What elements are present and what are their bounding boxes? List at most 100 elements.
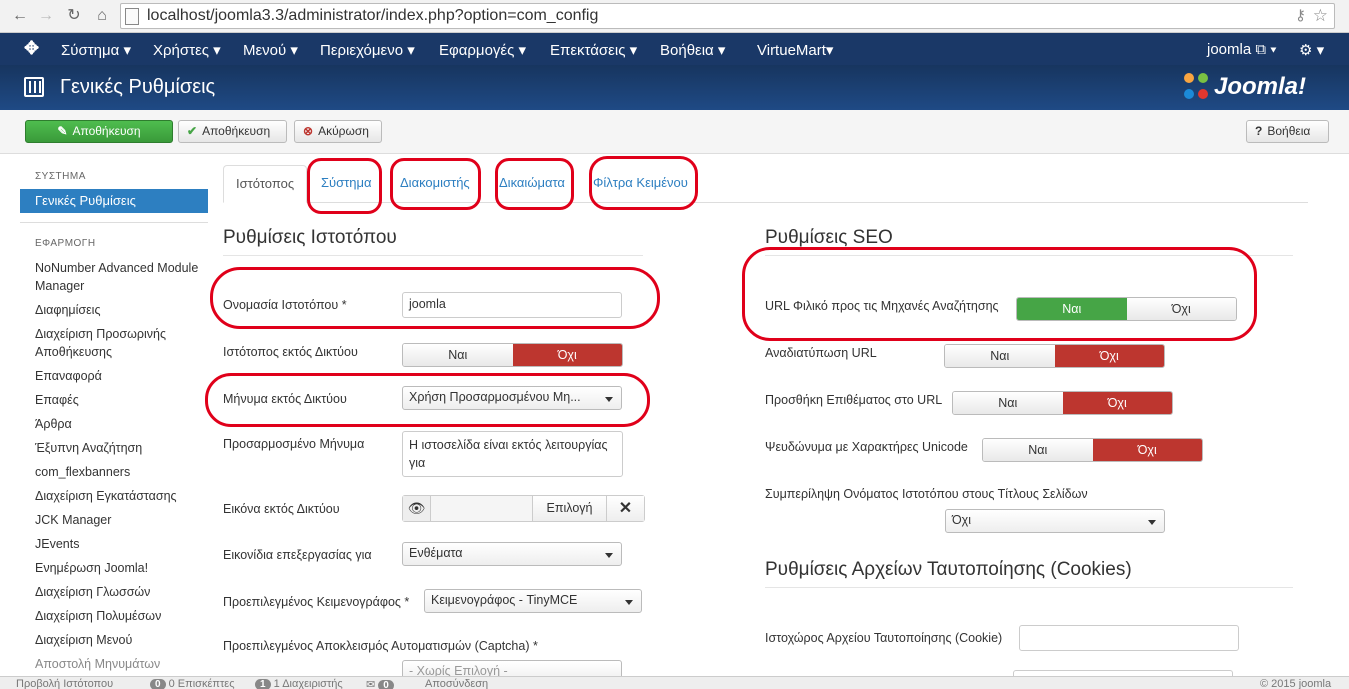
settings-gear-icon[interactable]: ⚙ ▾ xyxy=(1299,41,1324,59)
sidebar-item[interactable]: Διαχείριση Εγκατάστασης xyxy=(35,487,210,505)
sidebar-item[interactable]: Διαχείριση Γλωσσών xyxy=(35,583,210,601)
cancel-label: Ακύρωση xyxy=(318,124,369,138)
toolbar-icons-select[interactable]: Ενθέματα xyxy=(402,542,622,566)
sidebar-item-general-settings[interactable]: Γενικές Ρυθμίσεις xyxy=(20,189,208,213)
eye-icon[interactable]: 👁 xyxy=(403,496,431,521)
sidebar-item[interactable]: Διαχείριση Μενού xyxy=(35,631,210,649)
forward-icon[interactable]: → xyxy=(36,6,56,26)
browser-toolbar: ← → ↻ ⌂ localhost/joomla3.3/administrato… xyxy=(0,0,1349,33)
sidebar-item[interactable]: Ενημέρωση Joomla! xyxy=(35,559,210,577)
offline-yes[interactable]: Ναι xyxy=(403,344,513,366)
clear-icon[interactable]: ✕ xyxy=(606,496,644,521)
sidebar-heading-system: ΣΥΣΤΗΜΑ xyxy=(35,171,86,182)
cancel-button[interactable]: ⊗ Ακύρωση xyxy=(294,120,382,143)
url-suffix-yes[interactable]: Ναι xyxy=(953,392,1063,414)
cancel-icon: ⊗ xyxy=(303,124,314,138)
user-menu[interactable]: joomla ⧉ ▾ xyxy=(1207,41,1277,58)
seo-settings-heading: Ρυθμίσεις SEO xyxy=(765,227,893,248)
help-button[interactable]: ? Βοήθεια xyxy=(1246,120,1329,143)
page-title: Γενικές Ρυθμίσεις xyxy=(60,76,216,98)
address-bar[interactable]: localhost/joomla3.3/administrator/index.… xyxy=(120,3,1335,29)
sidebar-item[interactable]: Διαχείριση Προσωρινής Αποθήκευσης xyxy=(35,325,185,361)
menu-virtuemart[interactable]: VirtueMart▾ xyxy=(757,41,833,59)
url-text: localhost/joomla3.3/administrator/index.… xyxy=(147,7,599,24)
unicode-aliases-toggle[interactable]: Ναι Όχι xyxy=(982,438,1203,462)
visitors-status: 0 0 Επισκέπτες xyxy=(150,678,235,689)
menu-menus[interactable]: Μενού ▾ xyxy=(243,41,298,59)
save-button[interactable]: ✔ Αποθήκευση xyxy=(178,120,287,143)
joomla-logo-icon xyxy=(1184,73,1208,99)
chevron-down-icon xyxy=(1148,520,1156,525)
default-editor-select[interactable]: Κειμενογράφος - TinyMCE xyxy=(424,589,642,613)
sidebar-item[interactable]: JCK Manager xyxy=(35,511,210,529)
sidebar-item[interactable]: NoNumber Advanced Module Manager xyxy=(35,259,210,295)
menu-system[interactable]: Σύστημα ▾ xyxy=(61,41,131,59)
save-close-label: Αποθήκευση xyxy=(72,124,141,138)
offline-toggle[interactable]: Ναι Όχι xyxy=(402,343,623,367)
messages-status: ✉ 0 xyxy=(366,678,394,689)
divider xyxy=(223,255,643,256)
sitename-in-titles-value: Όχι xyxy=(952,513,972,527)
reload-icon[interactable]: ↻ xyxy=(64,6,84,26)
menu-help[interactable]: Βοήθεια ▾ xyxy=(660,41,725,59)
custom-message-label: Προσαρμοσμένο Μήνυμα xyxy=(223,437,365,451)
annotation-oval xyxy=(205,373,650,427)
url-suffix-no[interactable]: Όχι xyxy=(1062,392,1172,414)
visitors-text: 0 Επισκέπτες xyxy=(168,678,235,689)
cookie-domain-input[interactable] xyxy=(1019,625,1239,651)
menu-extensions[interactable]: Επεκτάσεις ▾ xyxy=(550,41,637,59)
url-rewrite-toggle[interactable]: Ναι Όχι xyxy=(944,344,1165,368)
sidebar-item[interactable]: Επαφές xyxy=(35,391,210,409)
sitename-in-titles-label: Συμπερίληψη Ονόματος Ιστοτόπου στους Τίτ… xyxy=(765,487,1088,501)
save-close-button[interactable]: ✎ Αποθήκευση xyxy=(25,120,173,143)
sidebar-item[interactable]: JEvents xyxy=(35,535,210,553)
admins-badge: 1 xyxy=(255,679,271,689)
bookmark-star-icon[interactable]: ☆ xyxy=(1313,6,1328,26)
menu-components[interactable]: Εφαρμογές ▾ xyxy=(439,41,526,59)
menu-content[interactable]: Περιεχόμενο ▾ xyxy=(320,41,415,59)
url-rewrite-no[interactable]: Όχι xyxy=(1054,345,1164,367)
logout-link[interactable]: Αποσύνδεση xyxy=(425,678,488,689)
sidebar-divider xyxy=(20,222,208,223)
view-site-link[interactable]: Προβολή Ιστότοπου xyxy=(16,678,113,689)
offline-image-label: Εικόνα εκτός Δικτύου xyxy=(223,502,340,516)
tab-site[interactable]: Ιστότοπος xyxy=(223,165,308,203)
config-tabs: Ιστότοπος Σύστημα Διακομιστής Δικαιώματα… xyxy=(223,165,1308,203)
select-image-button[interactable]: Επιλογή xyxy=(532,496,606,521)
status-bar: Προβολή Ιστότοπου 0 0 Επισκέπτες 1 1 Δια… xyxy=(0,676,1349,689)
annotation-oval xyxy=(210,267,660,329)
custom-message-textarea[interactable]: Η ιστοσελίδα είναι εκτός λειτουργίας για xyxy=(402,431,623,477)
url-suffix-toggle[interactable]: Ναι Όχι xyxy=(952,391,1173,415)
back-icon[interactable]: ← xyxy=(10,6,30,26)
sidebar-item[interactable]: Διαφημίσεις xyxy=(35,301,210,319)
unicode-aliases-no[interactable]: Όχι xyxy=(1092,439,1202,461)
image-path-input[interactable] xyxy=(431,496,532,521)
sidebar-item[interactable]: Έξυπνη Αναζήτηση xyxy=(35,439,210,457)
sidebar-item[interactable]: com_flexbanners xyxy=(35,463,210,481)
sidebar-item[interactable]: Επαναφορά xyxy=(35,367,210,385)
sidebar-item[interactable]: Αποστολή Μηνυμάτων xyxy=(35,655,210,673)
save-label: Αποθήκευση xyxy=(202,124,271,138)
copyright: © 2015 joomla xyxy=(1260,678,1332,689)
visitors-badge: 0 xyxy=(150,679,166,689)
captcha-label: Προεπιλεγμένος Αποκλεισμός Αυτοματισμών … xyxy=(223,639,538,653)
page-header: Γενικές Ρυθμίσεις Joomla! xyxy=(0,65,1349,110)
annotation-oval xyxy=(390,158,481,210)
url-rewrite-yes[interactable]: Ναι xyxy=(945,345,1055,367)
sidebar-item[interactable]: Διαχείριση Πολυμέσων xyxy=(35,607,210,625)
sitename-in-titles-select[interactable]: Όχι xyxy=(945,509,1165,533)
key-icon[interactable]: ⚷ xyxy=(1295,6,1306,24)
admins-text: 1 Διαχειριστής xyxy=(273,678,343,689)
sidebar-item[interactable]: Άρθρα xyxy=(35,415,210,433)
home-icon[interactable]: ⌂ xyxy=(92,6,112,26)
joomla-icon[interactable]: ✥ xyxy=(24,39,42,57)
divider xyxy=(765,587,1293,588)
messages-badge: 0 xyxy=(378,680,394,689)
toolbar-icons-label: Εικονίδια επεξεργασίας για xyxy=(223,548,372,562)
action-toolbar: ✎ Αποθήκευση ✔ Αποθήκευση ⊗ Ακύρωση ? Βοήθει… xyxy=(0,110,1349,154)
offline-no[interactable]: Όχι xyxy=(512,344,622,366)
help-label: Βοήθεια xyxy=(1267,124,1311,138)
menu-users[interactable]: Χρήστες ▾ xyxy=(153,41,221,59)
default-editor-label: Προεπιλεγμένος Κειμενογράφος * xyxy=(223,595,410,609)
unicode-aliases-yes[interactable]: Ναι xyxy=(983,439,1093,461)
